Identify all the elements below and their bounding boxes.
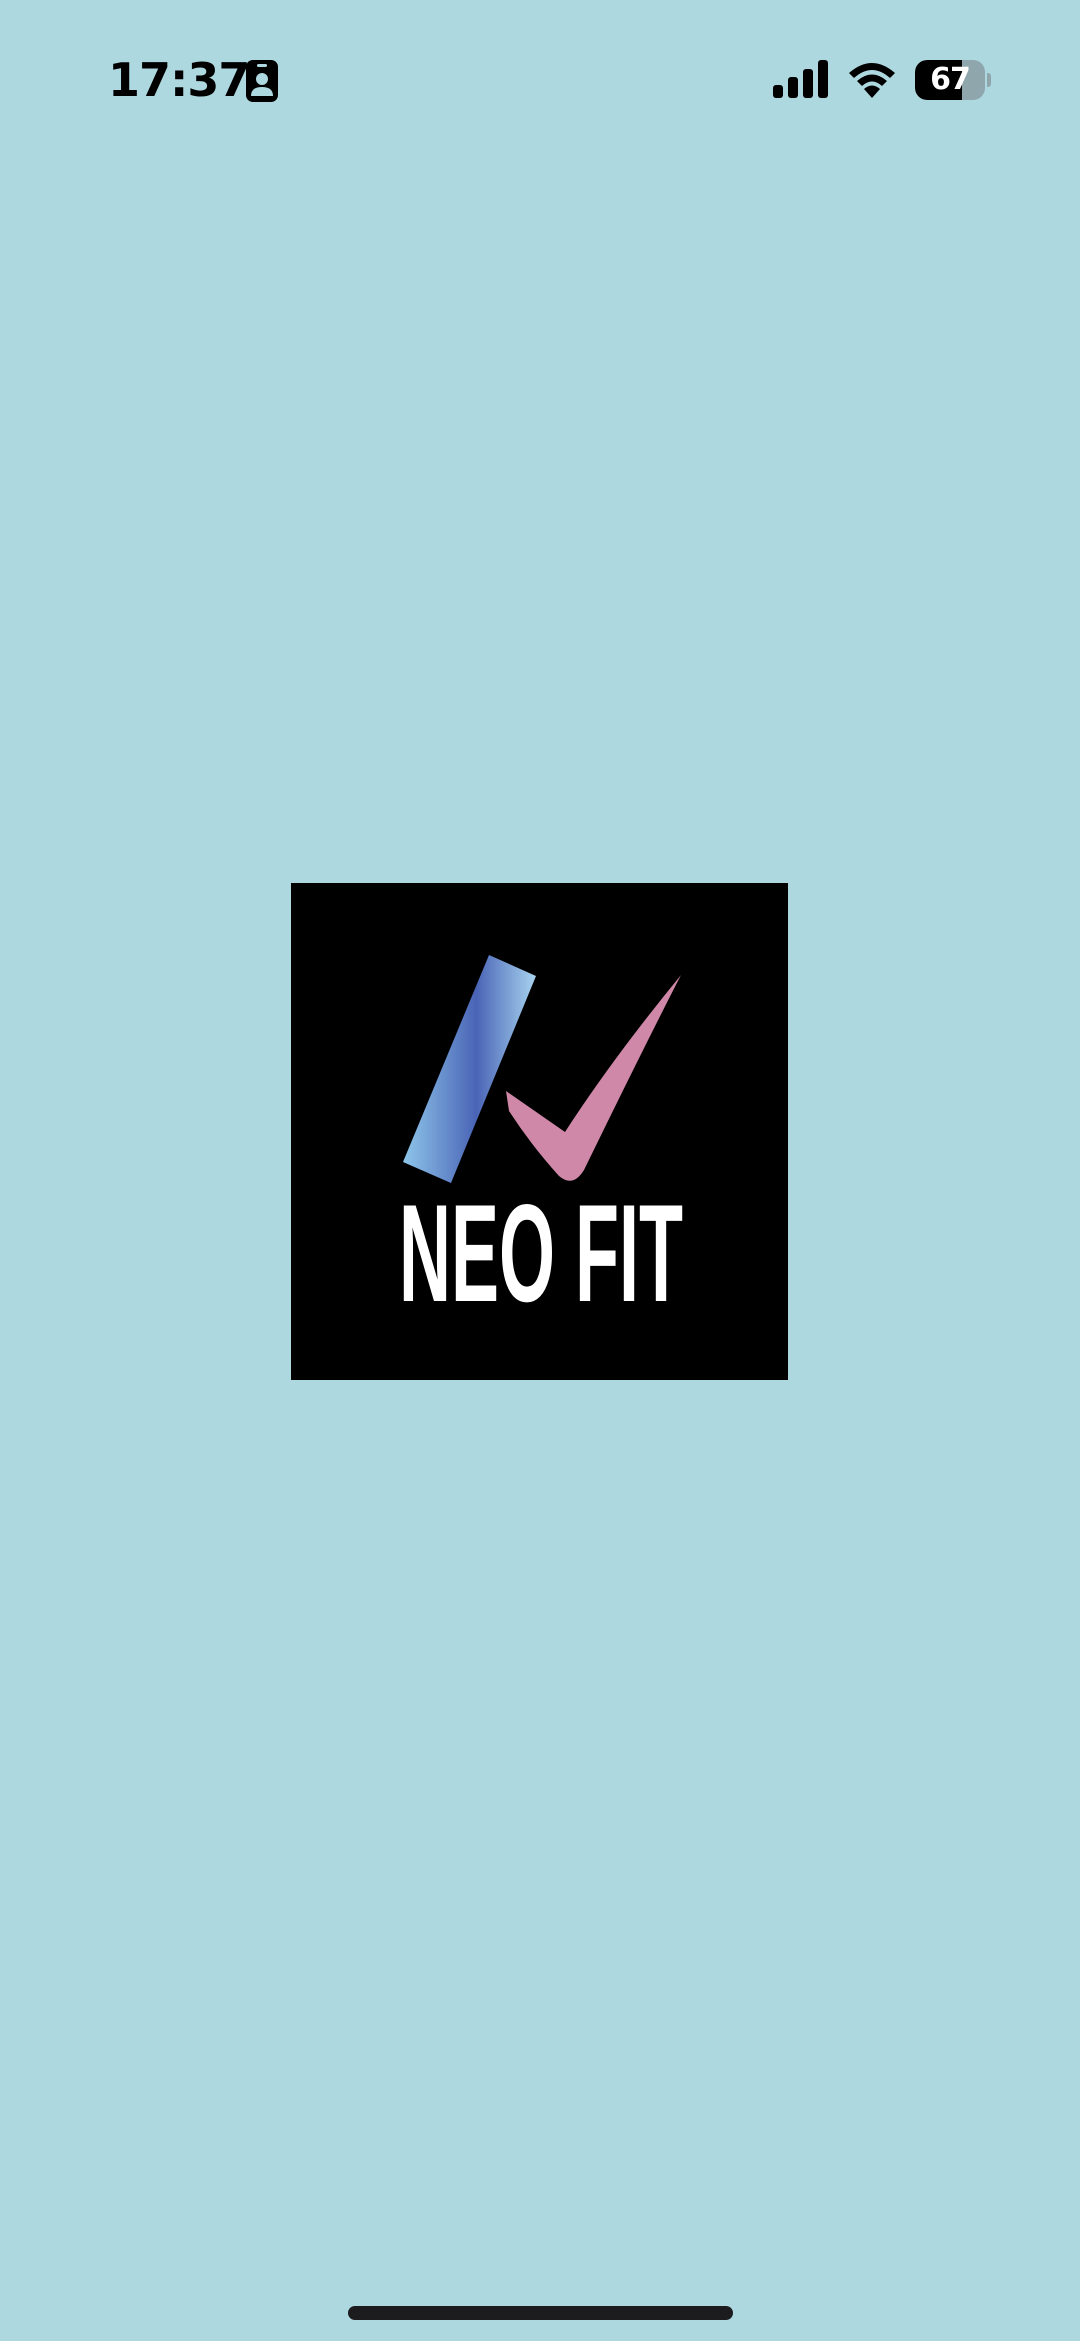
wifi-icon <box>847 60 897 98</box>
cellular-signal-icon <box>773 60 829 98</box>
logo-wordmark: NEO FIT <box>399 1175 683 1330</box>
battery-percent: 67 <box>930 62 971 97</box>
status-time: 17:37 <box>108 53 250 107</box>
status-bar: 17:37 67 <box>0 0 1080 160</box>
pink-check-mark <box>506 975 681 1181</box>
contact-badge-icon <box>246 60 278 102</box>
logo-graphic: NEO FIT <box>399 955 683 1331</box>
home-indicator[interactable] <box>348 2306 733 2320</box>
neo-fit-logo: NEO FIT <box>291 883 788 1380</box>
battery-icon: 67 <box>915 60 991 100</box>
battery-nub <box>987 73 991 87</box>
battery-body: 67 <box>915 60 985 100</box>
blue-bar-mark <box>403 955 536 1183</box>
